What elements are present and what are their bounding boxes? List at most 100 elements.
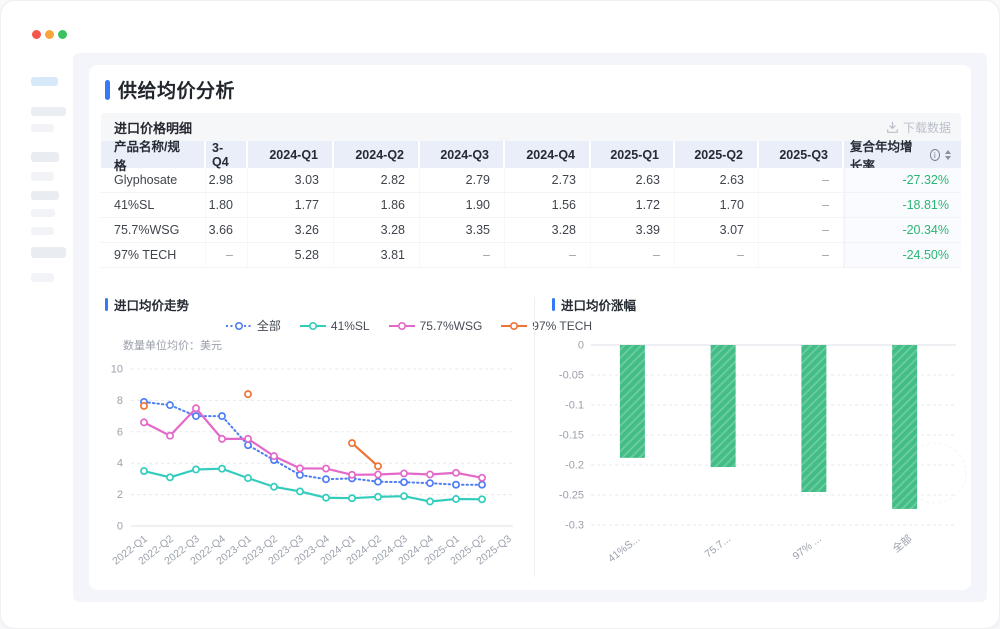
trend-chart-title: 进口均价走势 <box>114 295 189 314</box>
sidebar-item[interactable] <box>31 152 59 162</box>
price-cell: 3.81 <box>334 243 420 267</box>
table-row[interactable]: 41%SL1.801.771.861.901.561.721.70–-18.81… <box>101 193 961 218</box>
svg-text:0: 0 <box>117 521 123 533</box>
cagr-info-icon[interactable]: i <box>930 149 940 161</box>
app-window: 供给均价分析 进口价格明细 下载数据 产品名称/规格3-Q42024-Q1202… <box>0 0 1000 629</box>
window-close-button[interactable] <box>32 30 41 39</box>
svg-text:10: 10 <box>111 364 123 376</box>
trend-title-accent-bar <box>105 298 108 311</box>
bar-全部[interactable] <box>892 345 917 509</box>
price-cell: – <box>759 218 844 242</box>
sidebar-item[interactable] <box>31 273 54 282</box>
sidebar-item[interactable] <box>31 124 54 132</box>
price-cell: 1.77 <box>248 193 334 217</box>
svg-text:2: 2 <box>117 489 123 501</box>
download-data-button[interactable]: 下载数据 <box>886 119 951 136</box>
price-cell: 1.72 <box>591 193 675 217</box>
price-cell: 1.80 <box>206 193 248 217</box>
svg-text:8: 8 <box>117 395 123 407</box>
content-panel: 供给均价分析 进口价格明细 下载数据 产品名称/规格3-Q42024-Q1202… <box>73 53 987 602</box>
price-cell: 1.56 <box>505 193 591 217</box>
legend-marker <box>226 321 252 331</box>
change-chart-title-block: 进口均价涨幅 <box>552 295 636 314</box>
price-cell: – <box>206 243 248 267</box>
column-header: 3-Q4 <box>206 141 248 168</box>
legend-item-41%SL[interactable]: 41%SL <box>300 317 370 334</box>
table-row[interactable]: Glyphosate2.983.032.822.792.732.632.63–-… <box>101 168 961 193</box>
bar-97% ...[interactable] <box>801 345 826 492</box>
legend-item-全部[interactable]: 全部 <box>226 317 281 334</box>
column-header: 2025-Q1 <box>591 141 675 168</box>
cagr-cell: -27.32% <box>844 168 961 192</box>
price-cell: 3.26 <box>248 218 334 242</box>
price-cell: 3.28 <box>505 218 591 242</box>
price-cell: 2.79 <box>420 168 505 192</box>
download-data-label: 下载数据 <box>903 119 951 136</box>
svg-text:-0.05: -0.05 <box>559 370 584 382</box>
change-chart-title: 进口均价涨幅 <box>561 295 636 314</box>
svg-text:6: 6 <box>117 426 123 438</box>
sidebar-item[interactable] <box>31 227 54 235</box>
trend-chart-title-block: 进口均价走势 <box>105 295 189 314</box>
section-divider <box>534 297 535 577</box>
bar-75.7...[interactable] <box>711 345 736 467</box>
svg-text:4: 4 <box>117 458 123 470</box>
page-title: 供给均价分析 <box>118 76 235 103</box>
change-chart-svg: 0-0.05-0.1-0.15-0.2-0.25-0.341%S...75.7.… <box>544 331 972 589</box>
price-cell: 2.63 <box>675 168 759 192</box>
price-cell: 2.63 <box>591 168 675 192</box>
sidebar-item[interactable] <box>31 191 59 200</box>
column-header: 2025-Q2 <box>675 141 759 168</box>
table-section-title: 进口价格明细 <box>114 118 192 137</box>
price-cell: 1.70 <box>675 193 759 217</box>
price-cell: – <box>420 243 505 267</box>
price-cell: – <box>759 193 844 217</box>
sidebar-item[interactable] <box>31 247 66 258</box>
price-cell: 2.82 <box>334 168 420 192</box>
sidebar-item[interactable] <box>31 172 54 181</box>
price-cell: – <box>675 243 759 267</box>
window-zoom-button[interactable] <box>58 30 67 39</box>
svg-text:-0.2: -0.2 <box>565 460 584 472</box>
column-header: 2024-Q4 <box>505 141 591 168</box>
column-header[interactable]: 复合年均增长率i <box>844 141 961 168</box>
table-header-row: 产品名称/规格3-Q42024-Q12024-Q22024-Q32024-Q42… <box>101 141 961 168</box>
svg-text:75.7...: 75.7... <box>703 533 733 560</box>
price-cell: 2.98 <box>206 168 248 192</box>
column-header: 2024-Q1 <box>248 141 334 168</box>
sidebar-item[interactable] <box>31 107 66 116</box>
table-row[interactable]: 97% TECH–5.283.81–––––-24.50% <box>101 243 961 268</box>
product-name-cell: 41%SL <box>101 193 206 217</box>
window-minimize-button[interactable] <box>45 30 54 39</box>
legend-marker <box>501 321 527 331</box>
page-title-block: 供给均价分析 <box>105 76 235 103</box>
sidebar-item[interactable] <box>31 209 55 217</box>
sidebar-item-active[interactable] <box>31 77 58 86</box>
product-name-cell: 75.7%WSG <box>101 218 206 242</box>
price-cell: 3.39 <box>591 218 675 242</box>
title-accent-bar <box>105 80 110 100</box>
column-header: 产品名称/规格 <box>101 141 206 168</box>
price-cell: 3.28 <box>334 218 420 242</box>
legend-item-75.7%WSG[interactable]: 75.7%WSG <box>389 317 483 334</box>
column-header: 2024-Q2 <box>334 141 420 168</box>
price-cell: 5.28 <box>248 243 334 267</box>
price-cell: 1.90 <box>420 193 505 217</box>
import-price-table-section: 进口价格明细 下载数据 产品名称/规格3-Q42024-Q12024-Q2202… <box>101 113 961 268</box>
download-icon <box>886 121 899 134</box>
price-cell: 2.73 <box>505 168 591 192</box>
table-row[interactable]: 75.7%WSG3.663.263.283.353.283.393.07–-20… <box>101 218 961 243</box>
bar-41%S...[interactable] <box>620 345 645 458</box>
svg-text:41%S...: 41%S... <box>606 533 642 565</box>
trend-chart-svg: 02468102022-Q12022-Q22022-Q32022-Q42023-… <box>97 347 525 581</box>
price-cell: 3.07 <box>675 218 759 242</box>
sort-icon[interactable] <box>945 150 951 160</box>
svg-text:97% ...: 97% ... <box>791 533 824 563</box>
price-cell: – <box>759 168 844 192</box>
legend-label: 41%SL <box>331 319 370 333</box>
product-name-cell: Glyphosate <box>101 168 206 192</box>
column-header: 2025-Q3 <box>759 141 844 168</box>
content-card: 供给均价分析 进口价格明细 下载数据 产品名称/规格3-Q42024-Q1202… <box>89 65 971 590</box>
price-cell: – <box>591 243 675 267</box>
svg-text:-0.1: -0.1 <box>565 400 584 412</box>
